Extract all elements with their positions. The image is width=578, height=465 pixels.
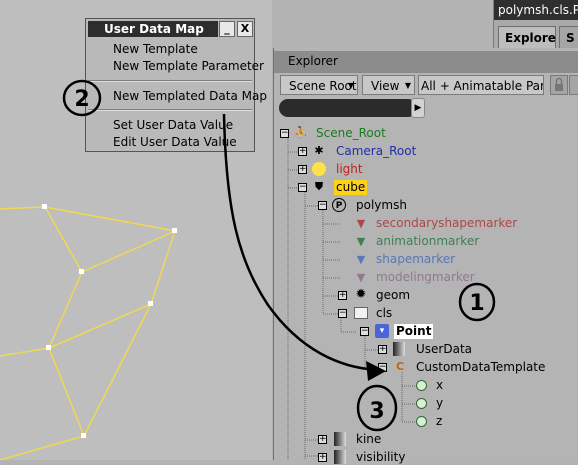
tab-second[interactable]: S (559, 26, 578, 48)
tree-node-label: Camera_Root (336, 144, 417, 158)
search-input[interactable] (279, 99, 417, 117)
tree-node-label: cls (376, 306, 393, 320)
tab-explore[interactable]: Explore (498, 26, 556, 48)
menu-item-new-template-parameter[interactable]: New Template Parameter (113, 59, 264, 73)
lock-icon[interactable] (550, 75, 568, 95)
property-window: polymsh.cls.Point Explore S (493, 0, 578, 48)
chevron-down-icon: ▼ (347, 81, 354, 90)
menu-item-new-template[interactable]: New Template (113, 42, 198, 56)
collapse-icon[interactable]: − (360, 327, 369, 336)
tree-node-label: modelingmarker (376, 270, 475, 284)
custom-property-icon: C (395, 360, 405, 373)
expand-icon[interactable]: + (318, 453, 327, 462)
tree-node-label: CustomDataTemplate (416, 360, 546, 374)
tree-node-label: secondaryshapemarker (376, 216, 518, 230)
marker-icon: ▼ (356, 217, 366, 230)
collapse-icon[interactable]: − (318, 201, 327, 210)
camera-null-icon: ✱ (314, 144, 324, 157)
explorer-title: Explorer (288, 54, 338, 68)
tree-node-label: geom (376, 288, 411, 302)
explorer-header: Explorer (274, 51, 578, 73)
parameter-icon (416, 380, 427, 391)
expand-icon[interactable]: + (318, 435, 327, 444)
tree-node-label: animationmarker (376, 234, 480, 248)
tree-node-label: y (436, 396, 444, 410)
marker-icon: ▼ (356, 253, 366, 266)
view-dropdown[interactable]: View ▼ (362, 75, 415, 95)
scope-dropdown[interactable]: Scene Root ▼ (280, 75, 358, 95)
property-icon (393, 342, 405, 356)
parameter-icon (416, 398, 427, 409)
menu-item-edit-user-data-value[interactable]: Edit User Data Value (113, 135, 237, 149)
property-icon (334, 450, 346, 464)
menu-separator (88, 109, 252, 111)
cluster-icon: ▾ (375, 324, 389, 338)
marker-icon: ▼ (356, 235, 366, 248)
menu-separator (88, 80, 252, 82)
collapse-icon[interactable]: − (378, 363, 387, 372)
polymesh-icon: P (332, 198, 346, 212)
menu-item-set-user-data-value[interactable]: Set User Data Value (113, 118, 233, 132)
parameter-icon (416, 416, 427, 427)
tree-node-label: light (336, 162, 363, 176)
property-icon (334, 432, 346, 446)
expand-icon[interactable]: + (298, 165, 307, 174)
tree-node-label: polymsh (356, 198, 407, 212)
property-window-title: polymsh.cls.Point (494, 0, 578, 20)
expand-icon[interactable]: + (298, 147, 307, 156)
tree-node-label: Point (394, 324, 434, 339)
menu-title: User Data Map (88, 21, 218, 37)
minimize-button[interactable]: _ (219, 21, 235, 37)
collapse-icon[interactable]: − (298, 183, 307, 192)
filter-label: All + Animatable Params (421, 79, 544, 93)
view-label: View (371, 79, 400, 93)
marker-icon: ▼ (356, 271, 366, 284)
expand-icon[interactable]: + (338, 291, 347, 300)
gear-icon: ✹ (355, 287, 367, 302)
scope-label: Scene Root (289, 79, 357, 93)
tree-node-label: cube (334, 180, 368, 195)
collapse-icon[interactable]: − (280, 129, 289, 138)
user-data-map-menu: User Data Map _ X New Template New Templ… (85, 18, 267, 152)
expand-icon[interactable]: + (378, 345, 387, 354)
model-icon: ⛊ (314, 180, 324, 193)
menu-item-new-templated-data-map[interactable]: New Templated Data Map (113, 89, 267, 103)
folder-icon (354, 307, 368, 319)
tree-node-label: shapemarker (376, 252, 456, 266)
close-button[interactable]: X (237, 21, 253, 37)
filter-dropdown[interactable]: All + Animatable Params (418, 75, 544, 95)
tree-node-label: x (436, 378, 444, 392)
tree-node-label: kine (356, 432, 382, 446)
tree-node-label: Scene_Root (316, 126, 386, 140)
scene-root-icon: ⛹ (294, 126, 308, 139)
tree-node-label: visibility (356, 450, 406, 464)
chevron-down-icon: ▼ (404, 81, 411, 90)
tree-node-label: UserData (416, 342, 473, 356)
tree-node-label: z (436, 414, 443, 428)
collapse-icon[interactable]: − (338, 309, 347, 318)
light-icon (312, 162, 326, 176)
refresh-icon[interactable] (569, 75, 578, 95)
search-go-icon[interactable]: ▶ (411, 98, 425, 118)
